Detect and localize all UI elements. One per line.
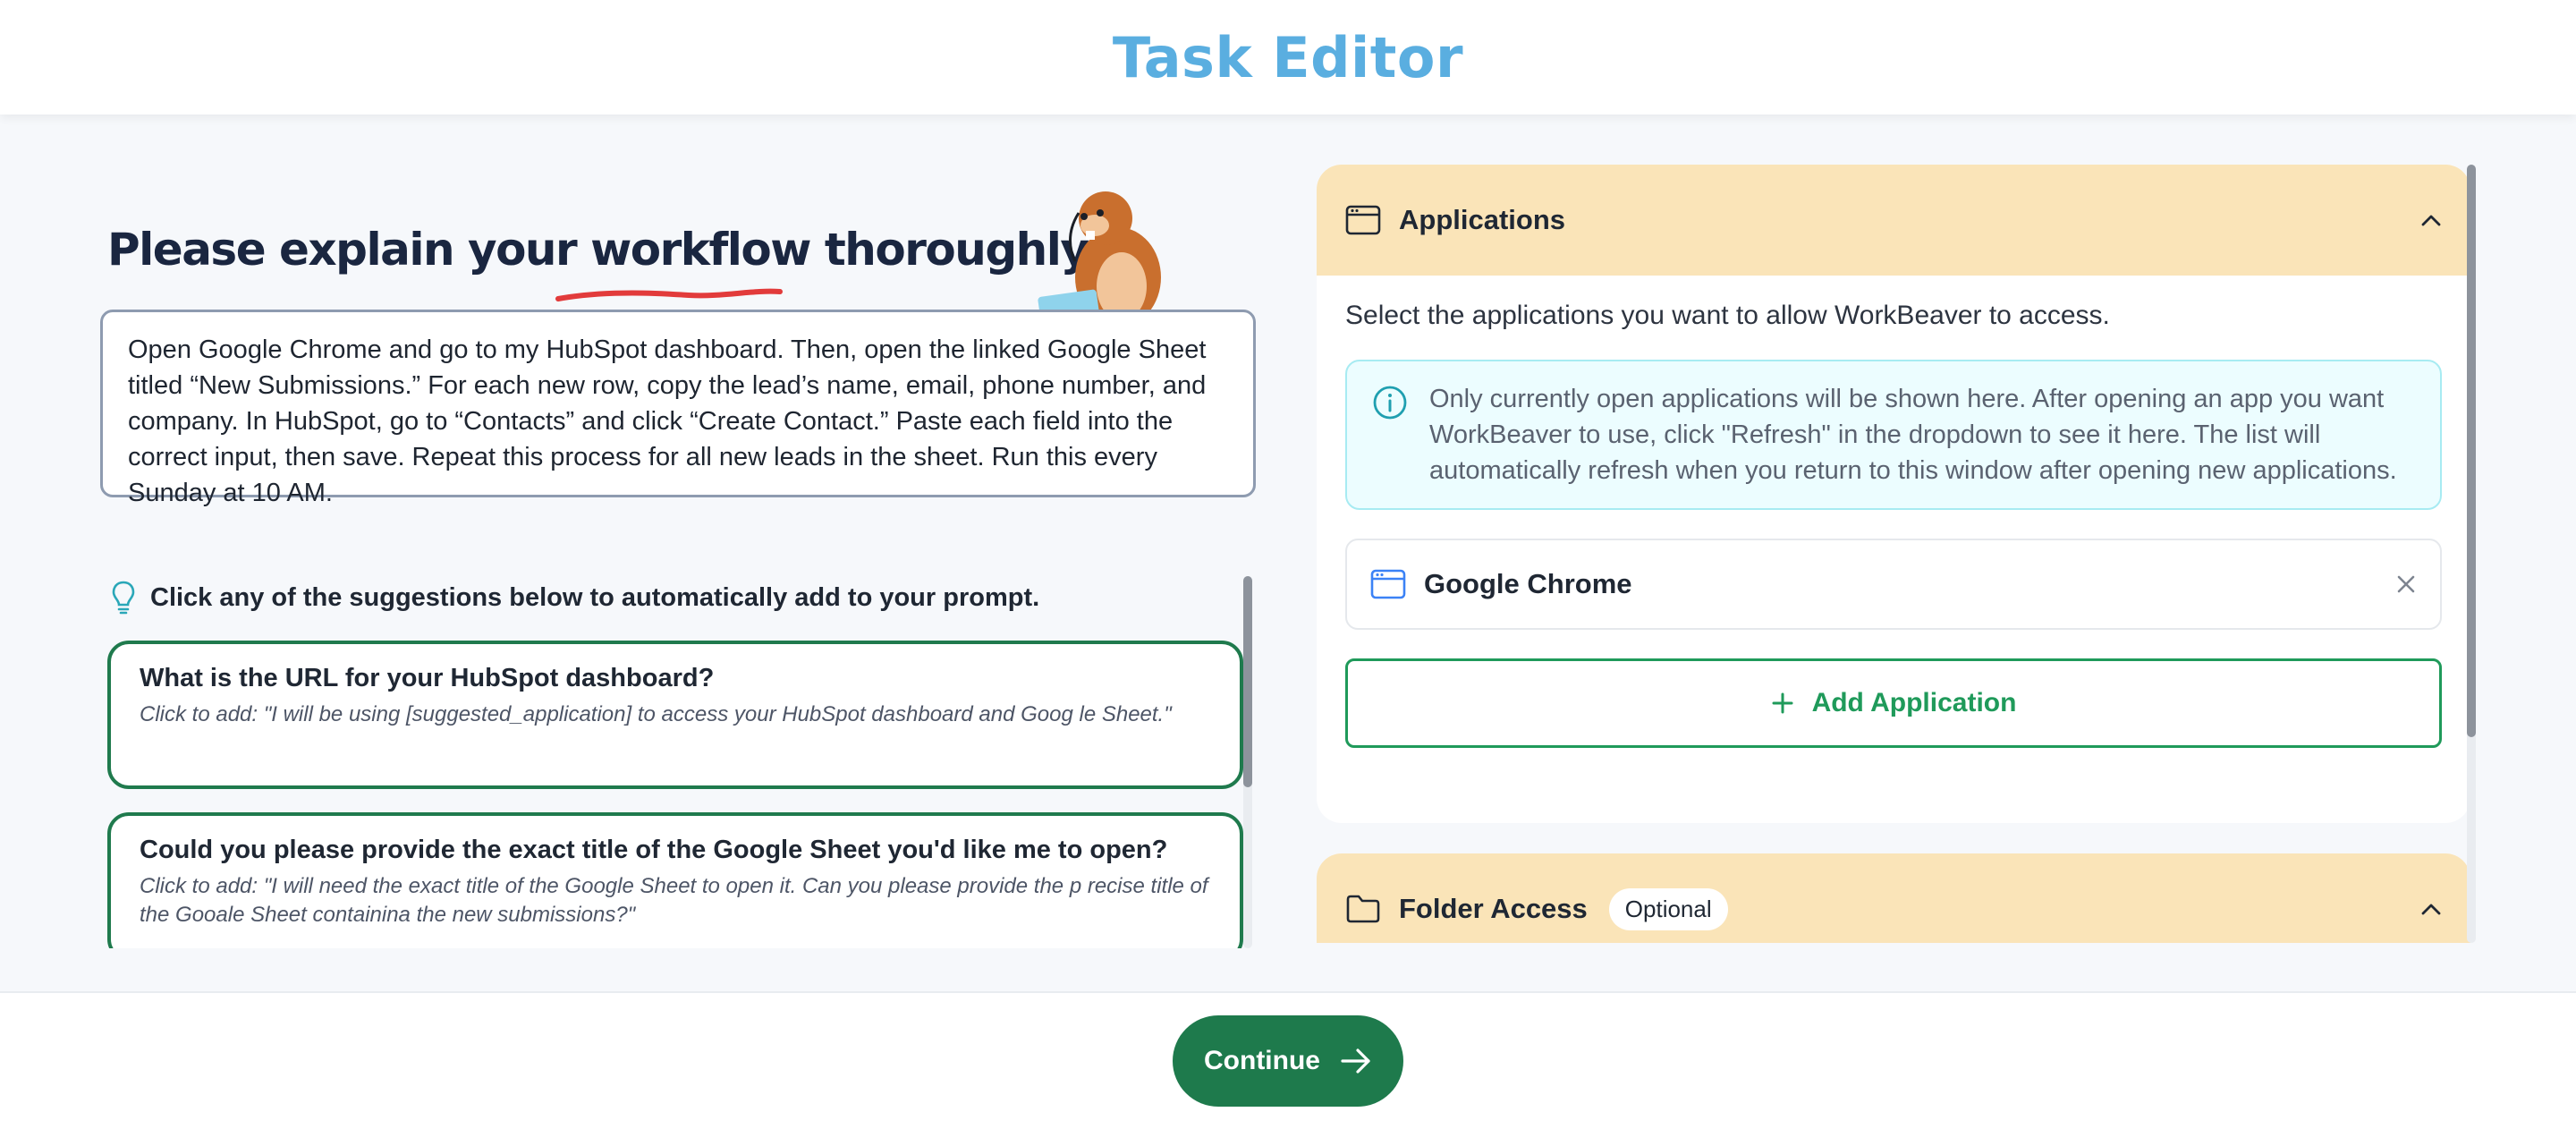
add-application-label: Add Application — [1811, 688, 2017, 717]
folder-icon — [1346, 895, 1380, 923]
suggestions-scroll-thumb[interactable] — [1243, 576, 1252, 787]
add-application-button[interactable]: Add Application — [1345, 658, 2442, 748]
settings-panels: Applications Select the applications you… — [1317, 165, 2476, 943]
optional-badge: Optional — [1608, 887, 1728, 930]
footer-bar: Continue — [0, 991, 2576, 1129]
close-icon[interactable] — [2395, 573, 2417, 595]
chevron-up-icon[interactable] — [2420, 213, 2442, 227]
headline-underline-decoration — [555, 288, 783, 301]
workflow-section: Please explain your workflow thoroughly … — [100, 134, 1263, 948]
lightbulb-icon — [112, 581, 135, 615]
applications-info-text: Only currently open applications will be… — [1429, 385, 2397, 485]
continue-button[interactable]: Continue — [1173, 1015, 1403, 1107]
applications-panel-header[interactable]: Applications — [1317, 165, 2470, 276]
headline-wrap: Please explain your workflow thoroughly — [107, 224, 1091, 313]
page-title: Task Editor — [1112, 24, 1464, 90]
app-header: Task Editor — [0, 0, 2576, 115]
suggestion-card[interactable]: What is the URL for your HubSpot dashboa… — [107, 641, 1243, 789]
folder-access-panel-header[interactable]: Folder Access Optional — [1317, 853, 2470, 943]
suggestion-title: Could you please provide the exact title… — [140, 836, 1168, 864]
application-item: Google Chrome — [1345, 539, 2442, 630]
folder-access-panel: Folder Access Optional — [1317, 853, 2470, 943]
suggestion-body: Click to add: "I will be using [suggeste… — [140, 702, 1172, 726]
settings-scrollbar[interactable] — [2467, 165, 2476, 943]
applications-title: Applications — [1399, 204, 1566, 235]
workflow-headline: Please explain your workflow thoroughly — [107, 224, 1089, 276]
application-name: Google Chrome — [1424, 568, 1632, 599]
applications-panel-body: Select the applications you want to allo… — [1317, 276, 2470, 778]
continue-label: Continue — [1204, 1046, 1320, 1075]
suggestions-scrollbar[interactable] — [1243, 576, 1252, 948]
chevron-up-icon[interactable] — [2420, 902, 2442, 916]
suggestions-header: Click any of the suggestions below to au… — [111, 576, 1039, 619]
browser-window-icon — [1370, 569, 1406, 599]
folder-access-title: Folder Access — [1399, 893, 1588, 924]
suggestion-body: Click to add: "I will need the exact tit… — [140, 874, 1208, 927]
suggestion-card[interactable]: Could you please provide the exact title… — [107, 812, 1243, 948]
suggestions-header-text: Click any of the suggestions below to au… — [150, 582, 1040, 612]
settings-scroll-thumb[interactable] — [2467, 165, 2476, 737]
info-icon — [1373, 386, 1407, 420]
suggestion-title: What is the URL for your HubSpot dashboa… — [140, 664, 715, 692]
window-icon — [1345, 205, 1381, 235]
plus-icon — [1772, 692, 1793, 714]
applications-info-box: Only currently open applications will be… — [1345, 360, 2442, 510]
suggestions-list[interactable]: Click any of the suggestions below to au… — [100, 576, 1263, 948]
arrow-right-icon — [1341, 1048, 1370, 1074]
applications-description: Select the applications you want to allo… — [1345, 301, 2110, 330]
workflow-prompt-textarea[interactable]: Open Google Chrome and go to my HubSpot … — [100, 310, 1256, 507]
applications-panel: Applications Select the applications you… — [1317, 165, 2470, 823]
